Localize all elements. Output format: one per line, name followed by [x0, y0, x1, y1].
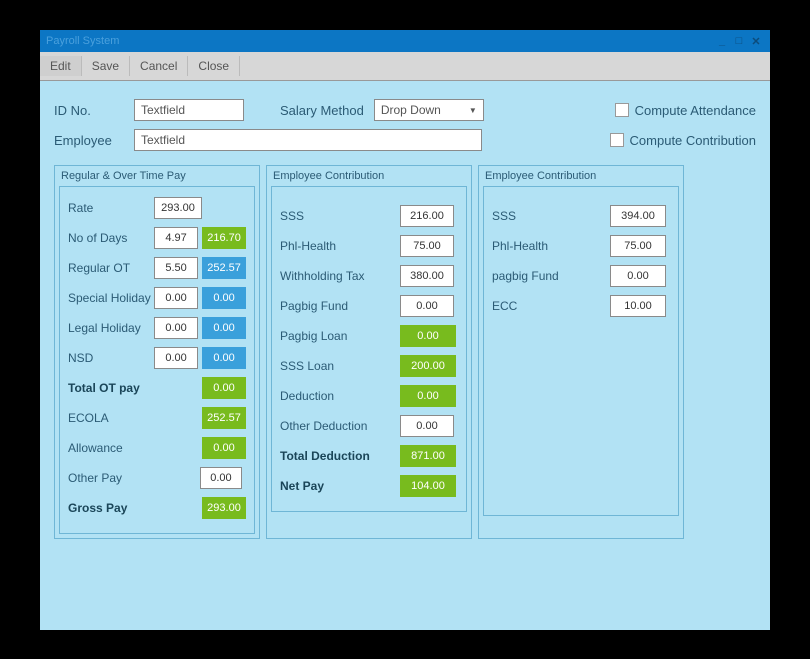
wtax-label: Withholding Tax [280, 269, 400, 283]
gross-amount: 293.00 [202, 497, 246, 519]
ecc-label: ECC [492, 299, 580, 313]
ecola-amount: 252.57 [202, 407, 246, 429]
sph-label: Special Holiday [68, 291, 154, 305]
lh-label: Legal Holiday [68, 321, 154, 335]
totded-label: Total Deduction [280, 449, 400, 463]
sssloan-value: 200.00 [400, 355, 456, 377]
employer-contribution-panel: Employee Contribution SSS 394.00 Phl-Hea… [478, 165, 684, 539]
id-label: ID No. [54, 103, 124, 118]
employee-contribution-panel: Employee Contribution SSS 216.00 Phl-Hea… [266, 165, 472, 539]
minimize-icon[interactable]: _ [714, 34, 730, 48]
ded-label: Deduction [280, 389, 400, 403]
regot-value[interactable]: 5.50 [154, 257, 198, 279]
regular-ot-panel: Regular & Over Time Pay Rate 293.00 No o… [54, 165, 260, 539]
sph-amount: 0.00 [202, 287, 246, 309]
regot-amount: 252.57 [202, 257, 246, 279]
phl3-value[interactable]: 75.00 [610, 235, 666, 257]
allow-amount: 0.00 [202, 437, 246, 459]
ded-white-value[interactable]: 0.00 [400, 415, 454, 437]
menu-cancel[interactable]: Cancel [130, 56, 188, 76]
phl3-label: Phl-Health [492, 239, 580, 253]
sss-value[interactable]: 216.00 [400, 205, 454, 227]
pagbig-label: Pagbig Fund [280, 299, 400, 313]
chevron-down-icon: ▼ [469, 106, 477, 115]
totot-amount: 0.00 [202, 377, 246, 399]
compute-contribution-label: Compute Contribution [630, 133, 756, 148]
oded-label: Other Deduction [280, 419, 400, 433]
rate-value[interactable]: 293.00 [154, 197, 202, 219]
salary-method-value: Drop Down [381, 103, 441, 117]
panel3-legend: Employee Contribution [479, 166, 683, 186]
maximize-icon[interactable]: □ [731, 34, 747, 48]
menu-close[interactable]: Close [188, 56, 240, 76]
days-label: No of Days [68, 231, 154, 245]
pagbig-value[interactable]: 0.00 [400, 295, 454, 317]
menubar: Edit Save Cancel Close [40, 52, 770, 81]
ecc-value[interactable]: 10.00 [610, 295, 666, 317]
totot-label: Total OT pay [68, 381, 154, 395]
regot-label: Regular OT [68, 261, 154, 275]
ded-value: 0.00 [400, 385, 456, 407]
nsd-value[interactable]: 0.00 [154, 347, 198, 369]
days-value[interactable]: 4.97 [154, 227, 198, 249]
compute-attendance-checkbox[interactable]: Compute Attendance [615, 103, 756, 118]
phl-label: Phl-Health [280, 239, 400, 253]
nsd-amount: 0.00 [202, 347, 246, 369]
panel2-legend: Employee Contribution [267, 166, 471, 186]
menu-save[interactable]: Save [82, 56, 130, 76]
other-label: Other Pay [68, 471, 154, 485]
menu-edit[interactable]: Edit [40, 56, 82, 76]
nsd-label: NSD [68, 351, 154, 365]
pagbig3-value[interactable]: 0.00 [610, 265, 666, 287]
sph-value[interactable]: 0.00 [154, 287, 198, 309]
id-input[interactable] [134, 99, 244, 121]
compute-contribution-checkbox[interactable]: Compute Contribution [610, 133, 756, 148]
lh-value[interactable]: 0.00 [154, 317, 198, 339]
payroll-window: Payroll System _ □ ✕ Edit Save Cancel Cl… [40, 30, 770, 629]
sssloan-label: SSS Loan [280, 359, 400, 373]
content-area: ID No. Salary Method Drop Down ▼ Compute… [40, 81, 770, 630]
gross-label: Gross Pay [68, 501, 154, 515]
panel1-legend: Regular & Over Time Pay [55, 166, 259, 186]
net-value: 104.00 [400, 475, 456, 497]
wtax-value[interactable]: 380.00 [400, 265, 454, 287]
sss3-value[interactable]: 394.00 [610, 205, 666, 227]
ecola-label: ECOLA [68, 411, 154, 425]
employee-label: Employee [54, 133, 124, 148]
window-title: Payroll System [46, 35, 119, 47]
days-amount: 216.70 [202, 227, 246, 249]
checkbox-icon [615, 103, 629, 117]
employee-input[interactable] [134, 129, 482, 151]
oded-value: 871.00 [400, 445, 456, 467]
sss3-label: SSS [492, 209, 580, 223]
titlebar: Payroll System _ □ ✕ [40, 30, 770, 52]
close-icon[interactable]: ✕ [748, 34, 764, 48]
checkbox-icon [610, 133, 624, 147]
salary-method-dropdown[interactable]: Drop Down ▼ [374, 99, 484, 121]
pagloan-value: 0.00 [400, 325, 456, 347]
sss-label: SSS [280, 209, 400, 223]
compute-attendance-label: Compute Attendance [635, 103, 756, 118]
pagloan-label: Pagbig Loan [280, 329, 400, 343]
other-value[interactable]: 0.00 [200, 467, 242, 489]
salary-method-label: Salary Method [280, 103, 364, 118]
lh-amount: 0.00 [202, 317, 246, 339]
allow-label: Allowance [68, 441, 154, 455]
rate-label: Rate [68, 201, 154, 215]
pagbig3-label: pagbig Fund [492, 269, 580, 283]
net-label: Net Pay [280, 479, 400, 493]
phl-value[interactable]: 75.00 [400, 235, 454, 257]
